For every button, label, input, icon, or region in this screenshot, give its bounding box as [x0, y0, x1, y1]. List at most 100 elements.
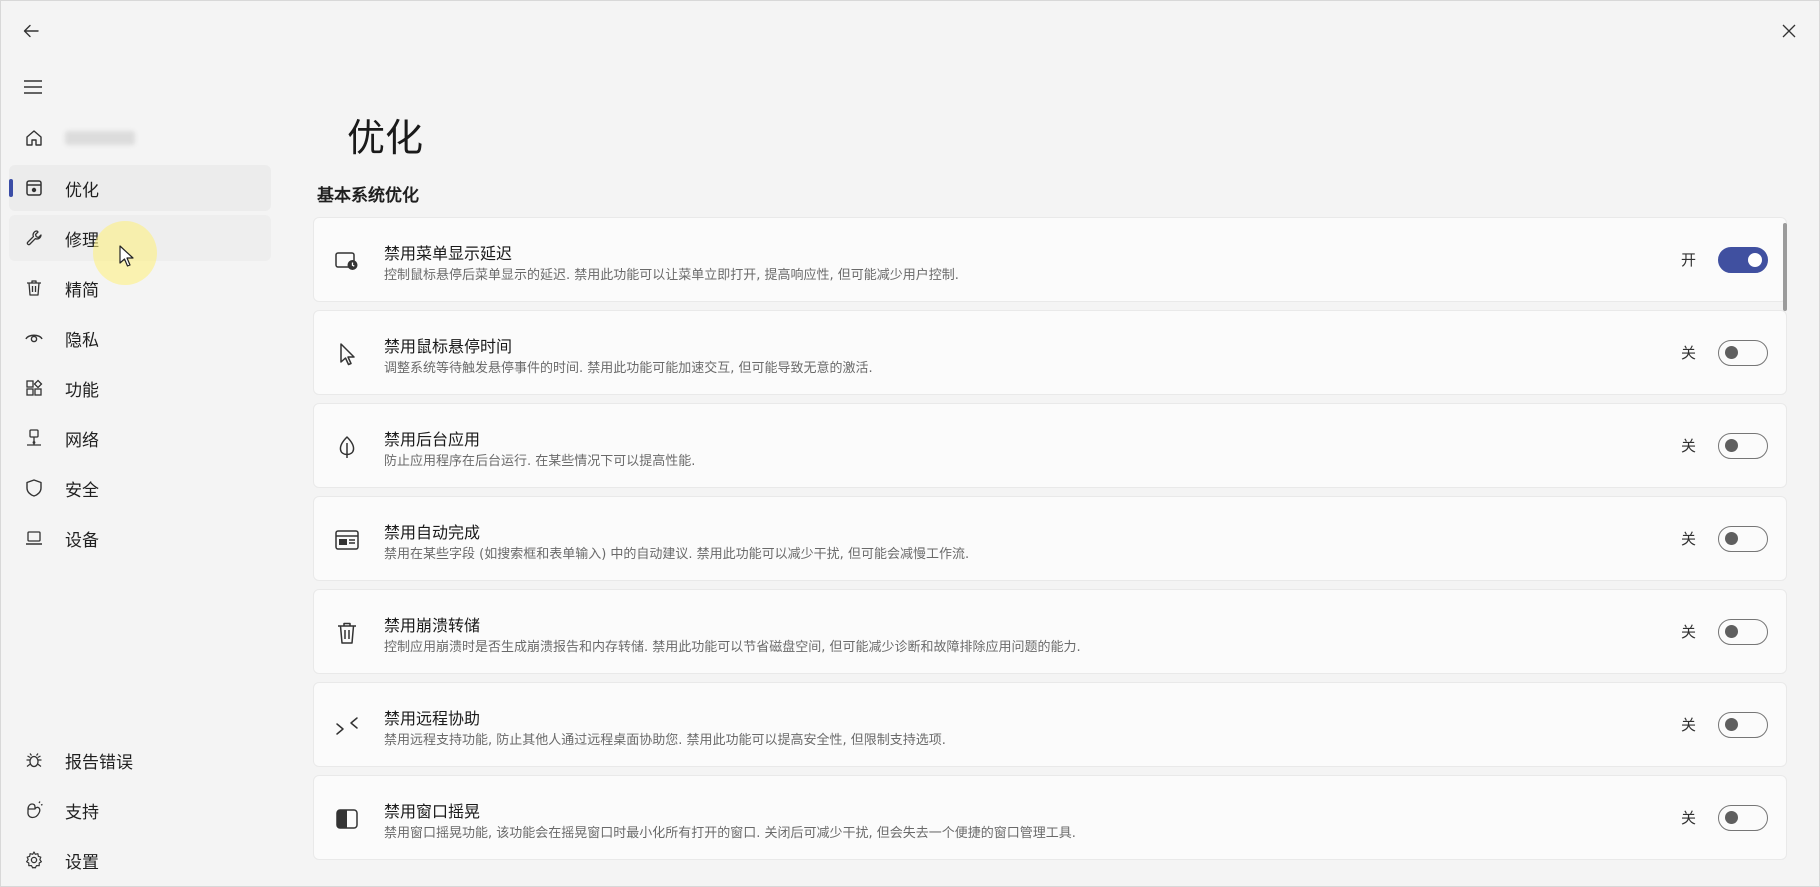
sidebar-item-network[interactable]: 网络: [9, 415, 271, 461]
setting-description: 防止应用程序在后台运行. 在某些情况下可以提高性能.: [384, 454, 696, 469]
sidebar-item-features[interactable]: 功能: [9, 365, 271, 411]
setting-card-remote-assistance: 禁用远程协助 禁用远程支持功能, 防止其他人通过远程桌面协助您. 禁用此功能可以…: [313, 682, 1787, 767]
shield-icon: [23, 477, 45, 499]
toggle-state-label: 关: [1680, 530, 1696, 548]
toggle-knob: [1725, 532, 1738, 545]
trash-icon: [334, 620, 360, 646]
cursor-icon: [334, 341, 360, 367]
setting-description: 禁用远程支持功能, 防止其他人通过远程桌面协助您. 禁用此功能可以提高安全性, …: [384, 733, 946, 748]
menu-toggle-button[interactable]: [15, 69, 51, 105]
setting-description: 禁用在某些字段 (如搜索框和表单输入) 中的自动建议. 禁用此功能可以减少干扰,…: [384, 547, 970, 562]
setting-title: 禁用自动完成: [384, 523, 481, 542]
sidebar-item-home[interactable]: [9, 115, 271, 161]
mouse-cursor-icon: [119, 245, 134, 267]
sidebar-item-privacy[interactable]: 隐私: [9, 315, 271, 361]
setting-title: 禁用菜单显示延迟: [384, 244, 513, 263]
back-button[interactable]: [15, 17, 47, 45]
sidebar-item-security[interactable]: 安全: [9, 465, 271, 511]
window-shake-icon: [334, 806, 360, 832]
setting-description: 控制鼠标悬停后菜单显示的延迟. 禁用此功能可以让菜单立即打开, 提高响应性, 但…: [384, 268, 959, 283]
settings-list: 禁用菜单显示延迟 控制鼠标悬停后菜单显示的延迟. 禁用此功能可以让菜单立即打开,…: [313, 217, 1787, 868]
vertical-scrollbar-thumb[interactable]: [1783, 223, 1787, 311]
toggle-knob: [1725, 346, 1738, 359]
sidebar-item-optimize[interactable]: 优化: [9, 165, 271, 211]
remote-assistance-toggle[interactable]: [1718, 712, 1768, 738]
sidebar-item-label: 报告错误: [65, 752, 133, 773]
sidebar: 优化 修理 精简 隐私 功能 网络 安全 设备 报告错误 支持 设置: [1, 61, 281, 887]
sidebar-item-label: 支持: [65, 802, 99, 823]
setting-card-menu-delay: 禁用菜单显示延迟 控制鼠标悬停后菜单显示的延迟. 禁用此功能可以让菜单立即打开,…: [313, 217, 1787, 302]
setting-card-background-apps: 禁用后台应用 防止应用程序在后台运行. 在某些情况下可以提高性能. 关: [313, 403, 1787, 488]
toggle-knob: [1725, 718, 1738, 731]
sidebar-item-simplify[interactable]: 精简: [9, 265, 271, 311]
toggle-knob: [1725, 439, 1738, 452]
sidebar-item-label-blurred: [65, 131, 135, 145]
form-icon: [334, 527, 360, 553]
wrench-icon: [23, 227, 45, 249]
network-icon: [23, 427, 45, 449]
setting-description: 控制应用崩溃时是否生成崩溃报告和内存转储. 禁用此功能可以节省磁盘空间, 但可能…: [384, 640, 1081, 655]
page-title: 优化: [347, 116, 424, 160]
sidebar-item-report-bug[interactable]: 报告错误: [9, 737, 271, 783]
setting-title: 禁用后台应用: [384, 430, 481, 449]
section-title: 基本系统优化: [317, 186, 419, 206]
toggle-knob: [1725, 811, 1738, 824]
autocomplete-toggle[interactable]: [1718, 526, 1768, 552]
setting-card-window-shake: 禁用窗口摇晃 禁用窗口摇晃功能, 该功能会在摇晃窗口时最小化所有打开的窗口. 关…: [313, 775, 1787, 860]
app-window: 优化 修理 精简 隐私 功能 网络 安全 设备 报告错误 支持 设置 优化 基本…: [0, 0, 1820, 887]
eye-icon: [23, 327, 45, 349]
setting-card-hover-time: 禁用鼠标悬停时间 调整系统等待触发悬停事件的时间. 禁用此功能可能加速交互, 但…: [313, 310, 1787, 395]
hover-time-toggle[interactable]: [1718, 340, 1768, 366]
setting-description: 调整系统等待触发悬停事件的时间. 禁用此功能可能加速交互, 但可能导致无意的激活…: [384, 361, 873, 376]
laptop-icon: [23, 527, 45, 549]
toggle-state-label: 关: [1680, 437, 1696, 455]
leaf-icon: [334, 434, 360, 460]
sidebar-item-label: 设置: [65, 852, 99, 873]
background-apps-toggle[interactable]: [1718, 433, 1768, 459]
sidebar-item-label: 功能: [65, 380, 99, 401]
sidebar-item-label: 设备: [65, 530, 99, 551]
sidebar-item-settings[interactable]: 设置: [9, 837, 271, 883]
toggle-state-label: 关: [1680, 809, 1696, 827]
sidebar-item-label: 优化: [65, 180, 99, 201]
sidebar-item-repair[interactable]: 修理: [9, 215, 271, 261]
toggle-state-label: 关: [1680, 623, 1696, 641]
sidebar-item-label: 修理: [65, 230, 99, 251]
toggle-knob: [1725, 625, 1738, 638]
main-content: 优化 基本系统优化 禁用菜单显示延迟 控制鼠标悬停后菜单显示的延迟. 禁用此功能…: [311, 1, 1791, 887]
setting-card-crash-dump: 禁用崩溃转储 控制应用崩溃时是否生成崩溃报告和内存转储. 禁用此功能可以节省磁盘…: [313, 589, 1787, 674]
bug-icon: [23, 749, 45, 771]
sidebar-item-support[interactable]: 支持: [9, 787, 271, 833]
sidebar-item-label: 网络: [65, 430, 99, 451]
setting-title: 禁用窗口摇晃: [384, 802, 481, 821]
toggle-state-label: 开: [1680, 251, 1696, 269]
toggle-state-label: 关: [1680, 344, 1696, 362]
window-shake-toggle[interactable]: [1718, 805, 1768, 831]
trash-icon: [23, 277, 45, 299]
setting-title: 禁用崩溃转储: [384, 616, 481, 635]
sidebar-nav: 优化 修理 精简 隐私 功能 网络 安全 设备: [9, 115, 271, 565]
setting-title: 禁用远程协助: [384, 709, 481, 728]
sidebar-item-label: 隐私: [65, 330, 99, 351]
toggle-knob: [1748, 253, 1762, 267]
home-icon: [23, 127, 45, 149]
setting-card-autocomplete: 禁用自动完成 禁用在某些字段 (如搜索框和表单输入) 中的自动建议. 禁用此功能…: [313, 496, 1787, 581]
setting-title: 禁用鼠标悬停时间: [384, 337, 513, 356]
support-icon: [23, 799, 45, 821]
gear-icon: [23, 849, 45, 871]
hamburger-menu-icon: [24, 80, 42, 94]
sidebar-item-devices[interactable]: 设备: [9, 515, 271, 561]
selected-indicator: [9, 179, 13, 197]
sidebar-item-label: 安全: [65, 480, 99, 501]
optimize-icon: [23, 177, 45, 199]
sidebar-footer-nav: 报告错误 支持 设置: [9, 737, 271, 887]
setting-description: 禁用窗口摇晃功能, 该功能会在摇晃窗口时最小化所有打开的窗口. 关闭后可减少干扰…: [384, 826, 1076, 841]
crash-dump-toggle[interactable]: [1718, 619, 1768, 645]
remote-assist-icon: [334, 713, 360, 739]
toggle-state-label: 关: [1680, 716, 1696, 734]
menu-delay-icon: [334, 248, 360, 274]
sidebar-item-label: 精简: [65, 280, 99, 301]
menu-delay-toggle[interactable]: [1718, 247, 1768, 273]
arrow-left-icon: [23, 24, 39, 38]
apps-grid-icon: [23, 377, 45, 399]
